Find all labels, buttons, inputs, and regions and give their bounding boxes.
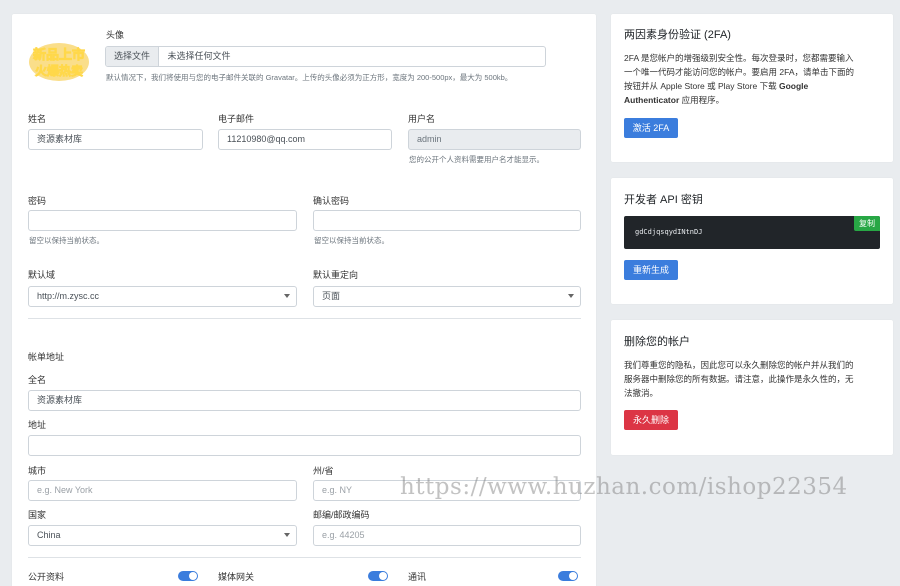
email-label: 电子邮件 [218, 114, 255, 124]
twofa-text-line: 2FA 是您帐户的增强级别安全性。每次登录时，您都需要输入 [624, 53, 854, 63]
delete-text-line: 法撤消。 [624, 388, 659, 398]
name-label: 姓名 [28, 114, 47, 124]
billing-section-title: 帐单地址 [28, 352, 65, 362]
copy-button[interactable]: 复制 [854, 216, 880, 231]
twofa-text-line: Authenticator 应用程序。 [624, 95, 725, 105]
confirm-password-input[interactable] [313, 210, 581, 231]
no-file-text: 未选择任何文件 [167, 51, 231, 61]
media-gateway-label: 媒体网关 [218, 572, 255, 582]
account-settings-form: 新品上市 火爆热卖 头像 选择文件 未选择任何文件 默认情况下，我们将使用与您的… [12, 14, 596, 586]
fullname-input[interactable]: 资源素材库 [28, 390, 581, 411]
svg-text:火爆热卖: 火爆热卖 [35, 63, 83, 78]
divider [28, 557, 581, 558]
address-input[interactable] [28, 435, 581, 456]
state-label: 州/省 [313, 466, 334, 476]
notifications-label: 通讯 [408, 572, 427, 582]
address-label: 地址 [28, 420, 47, 430]
zip-label: 邮编/邮政编码 [313, 510, 370, 520]
api-key-value: gdCdjqsqydINtnDJ [635, 228, 703, 236]
confirm-password-help-text: 留空以保持当前状态。 [314, 236, 389, 245]
username-input: admin [408, 129, 581, 150]
notifications-toggle[interactable] [558, 571, 578, 581]
regenerate-button[interactable]: 重新生成 [624, 260, 678, 280]
twofa-description: 2FA 是您帐户的增强级别安全性。每次登录时，您都需要输入 一个唯一代码才能访问… [624, 51, 886, 107]
public-profile-toggle[interactable] [178, 571, 198, 581]
fullname-label: 全名 [28, 375, 47, 385]
country-label: 国家 [28, 510, 47, 520]
city-label: 城市 [28, 466, 47, 476]
username-label: 用户名 [408, 114, 436, 124]
delete-text-line: 我们尊重您的隐私，因此您可以永久删除您的帐户并从我们的 [624, 360, 854, 370]
api-key-box: gdCdjqsqydINtnDJ 复制 [624, 216, 880, 249]
default-domain-label: 默认域 [28, 270, 56, 280]
api-key-title: 开发者 API 密钥 [624, 194, 703, 206]
svg-text:新品上市: 新品上市 [33, 47, 85, 63]
avatar-logo-image: 新品上市 火爆热卖 [29, 43, 89, 81]
delete-account-description: 我们尊重您的隐私，因此您可以永久删除您的帐户并从我们的 服务器中删除您的所有数据… [624, 358, 886, 400]
public-profile-label: 公开资料 [28, 572, 65, 582]
email-input[interactable]: 11210980@qq.com [218, 129, 392, 150]
chevron-down-icon [284, 294, 290, 298]
city-input[interactable]: e.g. New York [28, 480, 297, 501]
password-label: 密码 [28, 196, 47, 206]
username-help-text: 您的公开个人资料需要用户名才能显示。 [409, 155, 544, 164]
twofa-text-line: 按钮并从 Apple Store 或 Play Store 下载 Google [624, 81, 809, 91]
delete-permanently-button[interactable]: 永久删除 [624, 410, 678, 430]
avatar-file-input[interactable]: 选择文件 未选择任何文件 [105, 46, 546, 67]
default-domain-value: http://m.zysc.cc [37, 291, 100, 301]
confirm-password-label: 确认密码 [313, 196, 350, 206]
twofa-card: 两因素身份验证 (2FA) 2FA 是您帐户的增强级别安全性。每次登录时，您都需… [611, 14, 893, 162]
delete-account-card: 删除您的帐户 我们尊重您的隐私，因此您可以永久删除您的帐户并从我们的 服务器中删… [611, 320, 893, 455]
default-redirect-select[interactable]: 页面 [313, 286, 581, 307]
default-redirect-label: 默认重定向 [313, 270, 359, 280]
divider [28, 318, 581, 319]
twofa-title: 两因素身份验证 (2FA) [624, 29, 731, 41]
name-input[interactable]: 资源素材库 [28, 129, 203, 150]
avatar: 新品上市 火爆热卖 [28, 38, 90, 86]
media-gateway-toggle[interactable] [368, 571, 388, 581]
default-redirect-value: 页面 [322, 291, 341, 301]
country-value: China [37, 530, 61, 540]
chevron-down-icon [568, 294, 574, 298]
api-key-card: 开发者 API 密钥 gdCdjqsqydINtnDJ 复制 重新生成 [611, 178, 893, 304]
avatar-label: 头像 [106, 30, 125, 40]
activate-2fa-button[interactable]: 激活 2FA [624, 118, 678, 138]
password-help-text: 留空以保持当前状态。 [29, 236, 104, 245]
avatar-help-text: 默认情况下，我们将使用与您的电子邮件关联的 Gravatar。上传的头像必须为正… [106, 73, 513, 82]
delete-account-title: 删除您的帐户 [624, 336, 690, 348]
watermark-text: https://www.huzhan.com/ishop22354 [400, 474, 848, 500]
twofa-text-line: 一个唯一代码才能访问您的帐户。要启用 2FA，请单击下面的 [624, 67, 854, 77]
delete-text-line: 服务器中删除您的所有数据。请注意，此操作是永久性的，无 [624, 374, 854, 384]
default-domain-select[interactable]: http://m.zysc.cc [28, 286, 297, 307]
zip-input[interactable]: e.g. 44205 [313, 525, 581, 546]
chevron-down-icon [284, 533, 290, 537]
choose-file-button[interactable]: 选择文件 [106, 47, 160, 66]
country-select[interactable]: China [28, 525, 297, 546]
password-input[interactable] [28, 210, 297, 231]
